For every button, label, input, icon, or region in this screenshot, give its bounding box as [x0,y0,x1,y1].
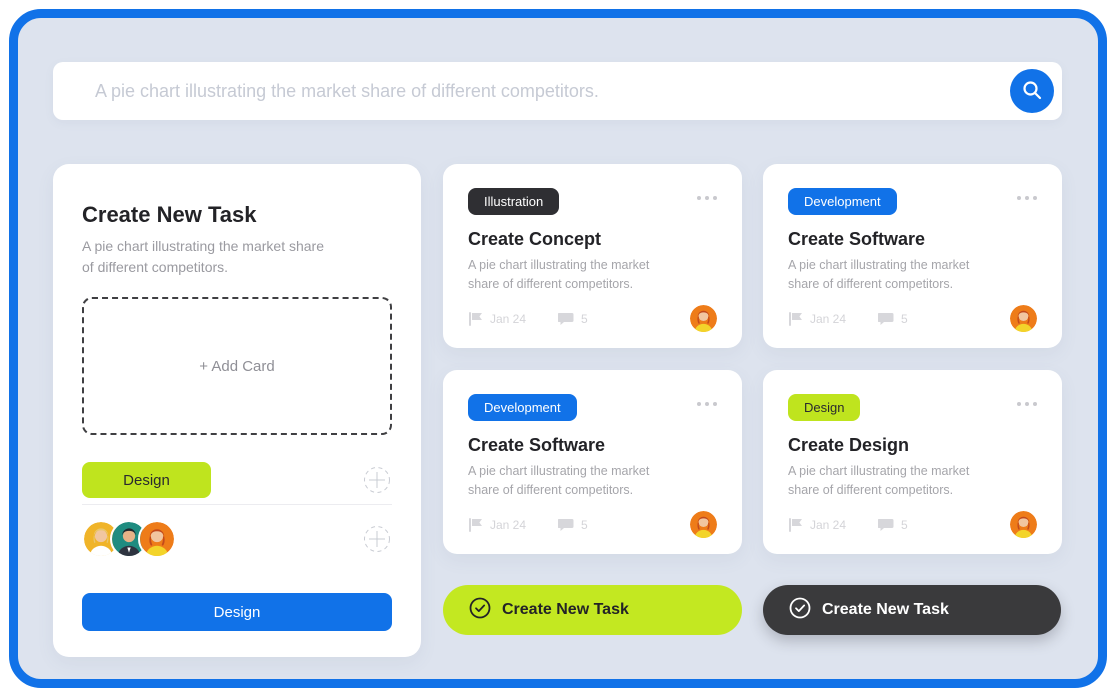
assignee-avatar [690,305,717,332]
flag-icon [788,311,803,327]
card-footer: Jan 24 5 [468,305,717,332]
card-footer: Jan 24 5 [788,511,1037,538]
design-submit-button[interactable]: Design [82,593,392,631]
add-tag-icon[interactable] [362,465,392,495]
assignee-avatar [1010,511,1037,538]
due-date: Jan 24 [788,311,846,327]
comment-icon [558,311,574,326]
search-button[interactable] [1010,69,1054,113]
comment-count: 5 [558,311,588,326]
card-description: A pie chart illustrating the market shar… [788,462,988,500]
search-bar [53,62,1062,120]
assignee-avatar [690,511,717,538]
search-input[interactable] [53,81,1010,102]
card-menu-icon[interactable] [1017,196,1037,200]
card-title: Create Design [788,435,1037,456]
app-frame: Create New Task A pie chart illustrating… [9,9,1107,688]
tag-row: Design [82,462,392,498]
comment-icon [878,311,894,326]
avatar-row [82,520,392,558]
design-tag-chip: Design [82,462,211,498]
due-date: Jan 24 [468,311,526,327]
comment-count: 5 [558,517,588,532]
comment-icon [558,517,574,532]
add-member-icon[interactable] [362,524,392,554]
category-badge: Development [468,394,577,421]
due-date: Jan 24 [468,517,526,533]
assignee-avatar [1010,305,1037,332]
check-circle-icon [469,597,491,624]
flag-icon [468,517,483,533]
task-card[interactable]: Development Create Software A pie chart … [763,164,1062,348]
card-description: A pie chart illustrating the market shar… [468,462,668,500]
card-menu-icon[interactable] [697,196,717,200]
task-card[interactable]: Design Create Design A pie chart illustr… [763,370,1062,554]
card-title: Create Software [468,435,717,456]
check-circle-icon [789,597,811,624]
button-label: Create New Task [502,601,629,619]
category-badge: Design [788,394,860,421]
card-menu-icon[interactable] [1017,402,1037,406]
panel-title: Create New Task [82,202,392,228]
task-card[interactable]: Development Create Software A pie chart … [443,370,742,554]
button-label: Create New Task [822,601,949,619]
divider [82,504,392,505]
panel-description: A pie chart illustrating the market shar… [82,236,332,278]
due-date: Jan 24 [788,517,846,533]
add-card-dropzone[interactable]: + Add Card [82,297,392,435]
avatar-redhead-woman [138,520,176,558]
add-card-label: + Add Card [199,358,274,375]
create-new-task-button-primary[interactable]: Create New Task [443,585,742,635]
tag-label: Design [123,472,170,489]
category-badge: Development [788,188,897,215]
card-footer: Jan 24 5 [468,511,717,538]
card-title: Create Software [788,229,1037,250]
task-card[interactable]: Illustration Create Concept A pie chart … [443,164,742,348]
create-new-task-button-secondary[interactable]: Create New Task [763,585,1061,635]
comment-count: 5 [878,517,908,532]
card-description: A pie chart illustrating the market shar… [468,256,668,294]
flag-icon [788,517,803,533]
comment-count: 5 [878,311,908,326]
flag-icon [468,311,483,327]
comment-icon [878,517,894,532]
avatar-group [82,520,176,558]
card-description: A pie chart illustrating the market shar… [788,256,988,294]
create-task-panel: Create New Task A pie chart illustrating… [53,164,421,657]
card-footer: Jan 24 5 [788,305,1037,332]
search-icon [1021,79,1043,104]
category-badge: Illustration [468,188,559,215]
card-title: Create Concept [468,229,717,250]
card-menu-icon[interactable] [697,402,717,406]
